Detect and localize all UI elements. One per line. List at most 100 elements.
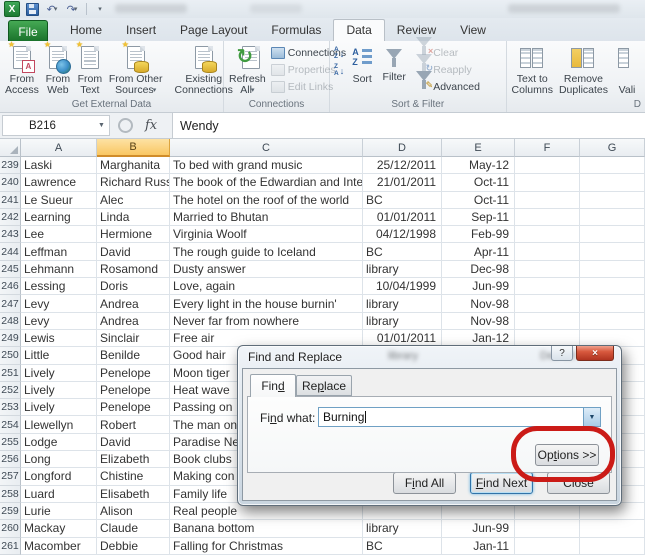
cell[interactable]: Married to Bhutan: [170, 208, 363, 227]
cell[interactable]: [515, 260, 580, 279]
find-what-input[interactable]: Burning ▼: [318, 407, 601, 427]
cell[interactable]: [515, 537, 580, 555]
cell[interactable]: [515, 520, 580, 538]
cell[interactable]: Lessing: [21, 278, 97, 296]
cell[interactable]: Rosamond: [97, 260, 170, 279]
name-box-dropdown-icon[interactable]: ▼: [94, 122, 109, 129]
cell[interactable]: Jun-99: [442, 520, 515, 538]
cell[interactable]: Banana bottom: [170, 520, 363, 538]
cell[interactable]: [580, 208, 645, 227]
insert-function-button[interactable]: fx: [145, 118, 157, 133]
row-header[interactable]: 258: [0, 485, 21, 503]
from-text-button[interactable]: ★ From Text: [74, 41, 106, 96]
cell[interactable]: library: [363, 295, 442, 313]
cell[interactable]: Penelope: [97, 399, 170, 417]
from-web-button[interactable]: ★ From Web: [42, 41, 74, 96]
dialog-close-button[interactable]: ×: [576, 346, 614, 361]
cell[interactable]: David: [97, 433, 170, 452]
row-header[interactable]: 239: [0, 157, 21, 175]
row-header[interactable]: 254: [0, 416, 21, 434]
cell[interactable]: Lee: [21, 226, 97, 244]
cell[interactable]: library: [363, 520, 442, 538]
cell[interactable]: Lively: [21, 364, 97, 382]
filter-button[interactable]: Filter: [378, 42, 410, 83]
customize-qat-button[interactable]: ▾: [93, 2, 109, 16]
cell[interactable]: Laski: [21, 157, 97, 175]
refresh-all-button[interactable]: ↻ Refresh All ▾: [226, 42, 269, 96]
cell[interactable]: Longford: [21, 468, 97, 486]
cell[interactable]: [580, 312, 645, 330]
cell[interactable]: [515, 157, 580, 175]
cell[interactable]: [580, 174, 645, 192]
cell[interactable]: BC: [363, 191, 442, 209]
cell[interactable]: Apr-11: [442, 243, 515, 261]
cell[interactable]: May-12: [442, 157, 515, 175]
cell[interactable]: Long: [21, 451, 97, 469]
cell[interactable]: [580, 191, 645, 209]
column-header-b[interactable]: B: [97, 139, 170, 157]
sort-button[interactable]: AZ Sort: [346, 42, 378, 85]
cell[interactable]: Dusty answer: [170, 260, 363, 279]
advanced-filter-button[interactable]: ✎ Advanced: [414, 70, 482, 95]
row-header[interactable]: 249: [0, 329, 21, 348]
row-header[interactable]: 260: [0, 520, 21, 538]
cell[interactable]: [515, 295, 580, 313]
cell[interactable]: Alec: [97, 191, 170, 209]
row-header[interactable]: 244: [0, 243, 21, 261]
cell[interactable]: Love, again: [170, 278, 363, 296]
formula-input[interactable]: Wendy: [172, 113, 645, 138]
cell[interactable]: Lawrence: [21, 174, 97, 192]
cell[interactable]: Andrea: [97, 312, 170, 330]
cell[interactable]: BC: [363, 537, 442, 555]
cell[interactable]: Lodge: [21, 433, 97, 452]
cell[interactable]: Levy: [21, 295, 97, 313]
column-header-g[interactable]: G: [580, 139, 645, 157]
cell[interactable]: The rough guide to Iceland: [170, 243, 363, 261]
sort-ascending-button[interactable]: A Z ↓: [332, 45, 346, 62]
cell[interactable]: Richard Russell: [97, 174, 170, 192]
tab-replace[interactable]: Replace: [296, 375, 352, 396]
cell[interactable]: Alison: [97, 502, 170, 521]
cell[interactable]: David: [97, 243, 170, 261]
tab-view[interactable]: View: [448, 20, 498, 42]
cell[interactable]: library: [363, 260, 442, 279]
cell[interactable]: Benilde: [97, 347, 170, 365]
tab-formulas[interactable]: Formulas: [259, 20, 333, 42]
cell[interactable]: Linda: [97, 208, 170, 227]
row-header[interactable]: 257: [0, 468, 21, 486]
cell[interactable]: Claude: [97, 520, 170, 538]
cell[interactable]: [515, 312, 580, 330]
cell[interactable]: Learning: [21, 208, 97, 227]
cell[interactable]: Nov-98: [442, 295, 515, 313]
cell[interactable]: [515, 243, 580, 261]
row-header[interactable]: 242: [0, 208, 21, 227]
cell[interactable]: Luard: [21, 485, 97, 503]
tab-insert[interactable]: Insert: [114, 20, 168, 42]
undo-button[interactable]: ↶ ▾: [44, 2, 60, 16]
cell[interactable]: Robert: [97, 416, 170, 434]
cell[interactable]: Dec-98: [442, 260, 515, 279]
cell[interactable]: Leffman: [21, 243, 97, 261]
cell[interactable]: Nov-98: [442, 312, 515, 330]
row-header[interactable]: 261: [0, 537, 21, 555]
cell[interactable]: To bed with grand music: [170, 157, 363, 175]
cell[interactable]: [515, 191, 580, 209]
text-to-columns-button[interactable]: Text to Columns: [509, 42, 556, 96]
row-header[interactable]: 248: [0, 312, 21, 330]
cell[interactable]: The book of the Edwardian and Inter-: [170, 174, 363, 192]
cell[interactable]: Little: [21, 347, 97, 365]
cell[interactable]: [580, 278, 645, 296]
save-button[interactable]: [24, 2, 40, 16]
cell[interactable]: Virginia Woolf: [170, 226, 363, 244]
redo-button[interactable]: ↷ ▾: [64, 2, 80, 16]
cell[interactable]: [515, 226, 580, 244]
cell[interactable]: Andrea: [97, 295, 170, 313]
find-what-dropdown-button[interactable]: ▼: [583, 408, 600, 426]
column-header-e[interactable]: E: [442, 139, 515, 157]
row-header[interactable]: 241: [0, 191, 21, 209]
cell[interactable]: Lehmann: [21, 260, 97, 279]
column-header-f[interactable]: F: [515, 139, 580, 157]
cell[interactable]: Lively: [21, 399, 97, 417]
find-all-button[interactable]: Find All: [393, 472, 456, 494]
cell[interactable]: Elisabeth: [97, 485, 170, 503]
